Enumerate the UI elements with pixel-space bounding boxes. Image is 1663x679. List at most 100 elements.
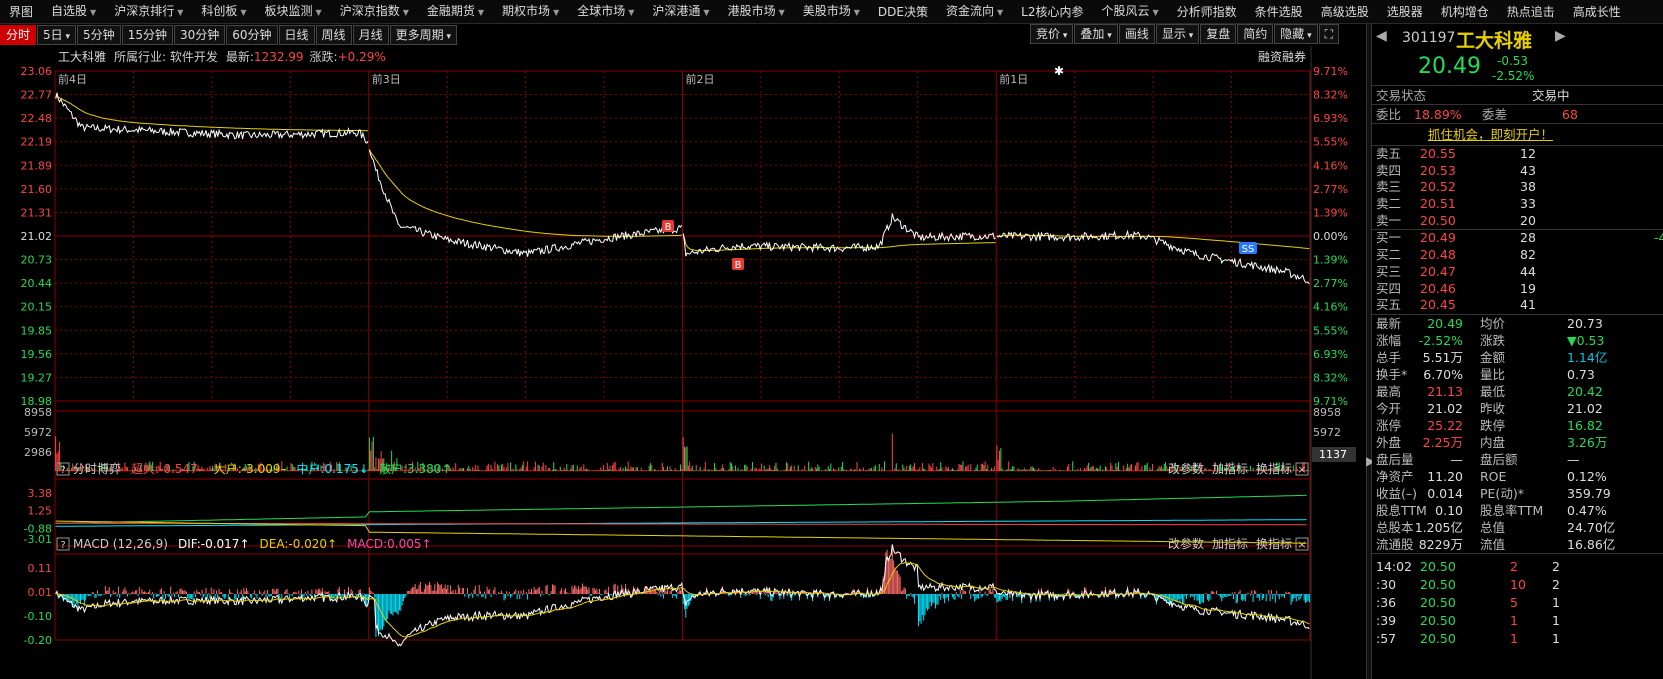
price-line: [682, 213, 996, 257]
menu-item-19[interactable]: 选股器: [1378, 0, 1432, 23]
menu-item-13[interactable]: 资金流向 ▼: [937, 0, 1012, 23]
quote-label: 收益(–): [1376, 485, 1418, 501]
bid-row[interactable]: 买五 20.45 41: [1372, 297, 1663, 314]
menu-item-10[interactable]: 港股市场 ▼: [719, 0, 794, 23]
buy-marker[interactable]: B: [732, 258, 744, 271]
menu-label: 界图: [9, 4, 34, 19]
tool-button-5[interactable]: 简约: [1237, 24, 1274, 44]
period-tab-5[interactable]: 60分钟: [226, 25, 278, 45]
marker-label: B: [665, 222, 672, 233]
menu-item-22[interactable]: 高成长性: [1564, 0, 1630, 23]
prev-stock-icon[interactable]: ◀: [1376, 28, 1387, 44]
period-tab-1[interactable]: 5日 ▾: [37, 25, 77, 45]
period-tab-0[interactable]: 分时: [0, 25, 37, 45]
day-label: 前4日: [58, 72, 87, 86]
book-price: 20.46: [1420, 280, 1456, 296]
tool-button-6[interactable]: 隐藏 ▾: [1274, 24, 1318, 44]
quote-value: -2.52%: [1418, 332, 1463, 348]
ask-row[interactable]: 卖三 20.52 38: [1372, 179, 1663, 196]
quote-value: 5.51万: [1422, 349, 1463, 365]
menu-item-5[interactable]: 沪深京指数 ▼: [331, 0, 418, 23]
buy-marker[interactable]: B: [662, 220, 674, 233]
quote-value: ▼0.53: [1567, 332, 1605, 348]
tool-button-3[interactable]: 显示 ▾: [1155, 24, 1200, 44]
next-stock-icon[interactable]: ▶: [1555, 28, 1566, 44]
menu-item-6[interactable]: 金融期货 ▼: [418, 0, 493, 23]
sell-marker[interactable]: SS: [1239, 242, 1257, 255]
menu-item-18[interactable]: 高级选股: [1312, 0, 1378, 23]
fund-btn-2[interactable]: 换指标: [1256, 461, 1292, 476]
ask-row[interactable]: 卖四 20.53 43: [1372, 163, 1663, 180]
period-tab-7[interactable]: 周线: [315, 25, 352, 45]
macd-item-label: MACD:: [347, 537, 387, 551]
menu-item-0[interactable]: 界图: [0, 0, 42, 23]
ask-row[interactable]: 卖一 20.50 20: [1372, 213, 1663, 230]
menu-item-16[interactable]: 分析师指数: [1168, 0, 1246, 23]
dropdown-caret-icon: ▾: [62, 32, 71, 42]
macd-btn-1[interactable]: 加指标: [1212, 536, 1248, 551]
quote-row: 涨停 25.22 跌停 16.82: [1372, 417, 1663, 434]
svg-text:?: ?: [60, 540, 65, 551]
intraday-chart[interactable]: 23.06 22.77 22.48 22.19 21.89 21.60 21.31 21.02…: [0, 46, 1366, 679]
fullscreen-button[interactable]: ⛶: [1318, 24, 1340, 44]
book-volume: 19: [1520, 280, 1536, 296]
menu-item-15[interactable]: 个股风云 ▼: [1092, 0, 1167, 23]
menu-item-7[interactable]: 期权市场 ▼: [493, 0, 568, 23]
menu-item-1[interactable]: 自选股 ▼: [42, 0, 105, 23]
price-axis-label: 19.27: [21, 371, 53, 384]
ask-row[interactable]: 卖五 20.55 12: [1372, 146, 1663, 163]
tool-button-1[interactable]: 叠加 ▾: [1074, 24, 1118, 44]
dropdown-caret-icon: ▼: [997, 7, 1004, 17]
menu-item-17[interactable]: 条件选股: [1246, 0, 1312, 23]
period-tab-8[interactable]: 月线: [352, 25, 389, 45]
fund-item-arrow: ↓: [359, 462, 369, 476]
menu-item-12[interactable]: DDE决策: [869, 0, 937, 23]
bid-row[interactable]: 买一 20.49 28 -4: [1372, 230, 1663, 247]
quote-label: ROE: [1480, 468, 1507, 484]
period-tab-6[interactable]: 日线: [278, 25, 315, 45]
menu-item-14[interactable]: L2核心内参: [1012, 0, 1092, 23]
menu-item-21[interactable]: 热点追击: [1498, 0, 1564, 23]
period-tab-9[interactable]: 更多周期 ▾: [389, 25, 457, 45]
menu-item-20[interactable]: 机构增仓: [1432, 0, 1498, 23]
macd-btn-0[interactable]: 改参数: [1168, 536, 1204, 551]
open-account-link[interactable]: 抓住机会，即刻开户！: [1428, 124, 1553, 146]
fund-item-value: -0.547: [159, 462, 198, 476]
quote-label: 最高: [1376, 383, 1402, 399]
bid-row[interactable]: 买二 20.48 82: [1372, 247, 1663, 264]
tool-button-0[interactable]: 竞价 ▾: [1030, 24, 1074, 44]
period-tab-4[interactable]: 30分钟: [173, 25, 226, 45]
macd-btn-2[interactable]: 换指标: [1256, 536, 1292, 551]
fund-btn-1[interactable]: 加指标: [1212, 461, 1248, 476]
tool-button-2[interactable]: 画线: [1118, 24, 1155, 44]
stock-header: ◀ 301197 工大科雅 ▶ 20.49 -0.53 -2.52%: [1372, 24, 1663, 86]
tool-button-4[interactable]: 复盘: [1200, 24, 1237, 44]
quote-label: 量比: [1480, 366, 1506, 382]
menu-item-9[interactable]: 沪深港通 ▼: [643, 0, 718, 23]
book-price: 20.49: [1420, 230, 1456, 246]
period-tab-2[interactable]: 5分钟: [77, 25, 121, 45]
menu-item-2[interactable]: 沪深京排行 ▼: [105, 0, 192, 23]
fund-btn-0[interactable]: 改参数: [1168, 461, 1204, 476]
margin-trading-link[interactable]: 融资融券: [1258, 49, 1306, 64]
chart-area: 23.06 22.77 22.48 22.19 21.89 21.60 21.31 21.02…: [0, 46, 1366, 679]
quote-row: 盘后量 — 盘后额 —: [1372, 451, 1663, 468]
bid-row[interactable]: 买四 20.46 19: [1372, 281, 1663, 298]
quote-label: 股息TTM: [1376, 502, 1427, 518]
bid-row[interactable]: 买三 20.47 44: [1372, 264, 1663, 281]
menu-item-4[interactable]: 板块监测 ▼: [256, 0, 331, 23]
menu-label: 自选股: [51, 3, 88, 18]
chart-grid: [54, 70, 1311, 641]
open-account-banner[interactable]: 抓住机会，即刻开户！: [1372, 124, 1663, 146]
menu-item-11[interactable]: 美股市场 ▼: [794, 0, 869, 23]
menu-item-3[interactable]: 科创板 ▼: [192, 0, 255, 23]
menu-item-8[interactable]: 全球市场 ▼: [568, 0, 643, 23]
chart-tools: 竞价 ▾ 叠加 ▾ 画线 显示 ▾ 复盘 简约 隐藏 ▾ ⛶: [1030, 24, 1340, 46]
quote-value: 16.86亿: [1567, 536, 1616, 552]
ask-row[interactable]: 卖二 20.51 33: [1372, 196, 1663, 213]
period-tab-3[interactable]: 15分钟: [121, 25, 173, 45]
fund-axis-label: -3.01: [24, 533, 52, 546]
volume-current-value: 1137: [1319, 448, 1347, 461]
tick-price: 20.50: [1420, 630, 1456, 646]
menu-label: L2核心内参: [1021, 4, 1084, 19]
